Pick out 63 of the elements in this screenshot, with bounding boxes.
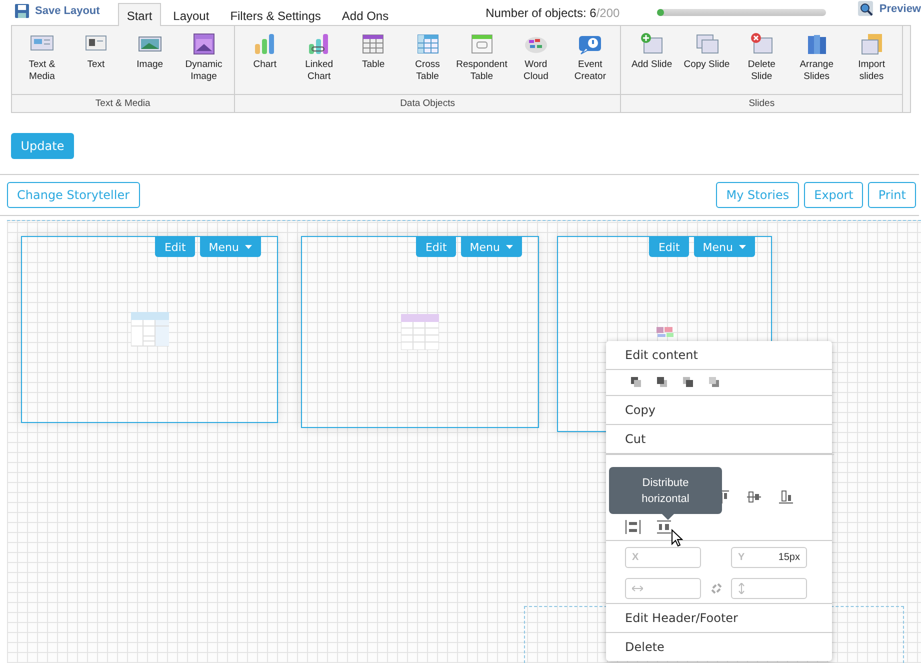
menu-item[interactable]: Delete — [606, 633, 832, 661]
table-icon — [360, 32, 386, 56]
tab[interactable]: Add Ons — [332, 3, 398, 26]
caret-icon — [739, 245, 746, 249]
send-back-icon[interactable] — [709, 377, 719, 387]
caret-icon — [245, 245, 252, 249]
send-backward-icon[interactable] — [683, 377, 693, 387]
bring-forward-icon[interactable] — [657, 377, 667, 387]
word-cloud-icon — [656, 327, 673, 337]
ribbon-button[interactable]: Image — [122, 32, 177, 94]
object-count: Number of objects: 6/200 — [486, 6, 620, 20]
tooltip: Distribute horizontal — [609, 467, 722, 514]
ribbon-button[interactable]: Respondent Table — [454, 32, 509, 94]
horizontal-arrows-icon — [632, 585, 643, 592]
group-label: Text & Media — [95, 98, 150, 109]
ribbon-button[interactable]: Chart — [238, 32, 292, 94]
add-slide-icon — [638, 32, 665, 56]
cursor-icon — [671, 529, 683, 547]
preview-button[interactable]: Preview — [858, 1, 921, 16]
ribbon-button[interactable]: Table — [346, 32, 400, 94]
align-bottom-icon[interactable] — [779, 490, 795, 504]
dynamic-image-icon — [190, 32, 217, 56]
tab[interactable]: Layout — [164, 3, 218, 26]
floppy-icon — [15, 4, 29, 18]
menu-item[interactable]: Edit content — [606, 341, 832, 369]
table-icon — [130, 312, 168, 348]
ribbon-button[interactable]: Event Creator — [563, 32, 618, 94]
group-label: Slides — [748, 98, 775, 109]
ribbon-button[interactable]: Word Cloud — [508, 32, 564, 94]
tab[interactable]: Start — [118, 3, 162, 26]
ribbon-button[interactable]: Delete Slide — [734, 32, 790, 94]
menu-item[interactable]: Cut — [606, 425, 832, 453]
tab[interactable]: Filters & Settings — [221, 3, 330, 26]
delete-slide-icon — [748, 32, 775, 56]
align-middle-icon[interactable] — [747, 490, 763, 504]
caret-icon — [506, 245, 513, 249]
bring-front-icon[interactable] — [631, 377, 641, 387]
ribbon-button[interactable]: Linked Chart — [292, 32, 346, 94]
y-field[interactable]: Y 15px — [731, 547, 807, 568]
magnifier-icon — [858, 1, 874, 16]
cross-table-icon — [414, 32, 441, 56]
width-field[interactable] — [625, 578, 701, 599]
distribute-horizontal-icon[interactable] — [657, 520, 673, 534]
ribbon-button[interactable]: Cross Table — [400, 32, 455, 94]
menu-item[interactable]: Copy — [606, 396, 832, 424]
ribbon-button[interactable]: Dynamic Image — [176, 32, 231, 94]
height-field[interactable] — [731, 578, 807, 599]
save-layout-button[interactable]: Save Layout — [15, 4, 100, 18]
table-icon — [401, 314, 439, 350]
copy-slide-icon — [694, 32, 720, 56]
ribbon-button[interactable]: Arrange Slides — [789, 32, 844, 94]
folder-icon — [858, 32, 885, 56]
ribbon-button[interactable]: Text — [68, 32, 123, 94]
ribbon-button[interactable]: Copy Slide — [679, 32, 734, 94]
group-label: Data Objects — [400, 98, 455, 109]
ribbon-button[interactable]: Text & Media — [15, 32, 69, 94]
tooltip-pointer-icon — [662, 514, 674, 520]
distribute-vertical-icon[interactable] — [625, 520, 641, 534]
respondent-table-icon — [468, 32, 495, 56]
vertical-arrows-icon — [738, 583, 745, 594]
ribbon-button[interactable]: Add Slide — [624, 32, 680, 94]
menu-item[interactable]: Edit Header/Footer — [606, 604, 832, 632]
ribbon-button[interactable]: Import slides — [844, 32, 899, 94]
